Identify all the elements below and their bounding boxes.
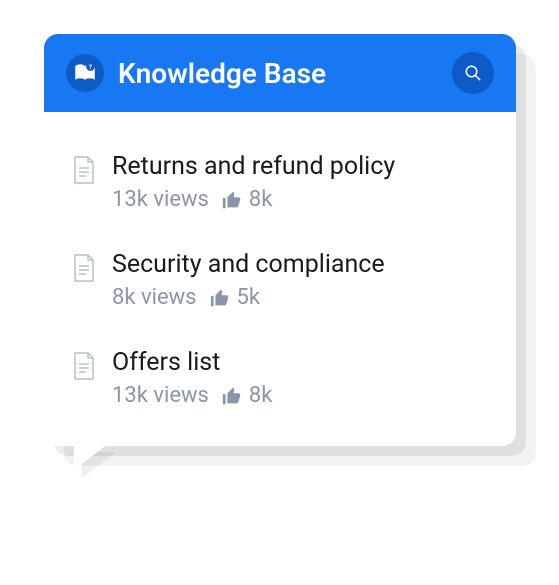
article-item[interactable]: Security and compliance 8k views 5k [72, 250, 488, 310]
article-item[interactable]: Offers list 13k views 8k [72, 348, 488, 408]
likes-count: 8k [249, 383, 273, 408]
widget-header: ? Knowledge Base [44, 34, 516, 112]
article-title: Returns and refund policy [112, 152, 395, 181]
article-meta: 13k views 8k [112, 187, 395, 212]
views-count: 13k views [112, 187, 209, 212]
likes-count: 8k [249, 187, 273, 212]
svg-text:?: ? [89, 63, 92, 71]
widget-title: Knowledge Base [118, 57, 438, 90]
thumbs-up-icon [221, 189, 243, 211]
views-count: 13k views [112, 383, 209, 408]
document-icon [72, 156, 96, 184]
search-icon [464, 64, 482, 82]
thumbs-up-icon [209, 287, 231, 309]
thumbs-up-icon [221, 385, 243, 407]
kb-logo-icon: ? [66, 54, 104, 92]
document-icon [72, 352, 96, 380]
article-title: Offers list [112, 348, 272, 377]
knowledge-base-widget: ? Knowledge Base [44, 34, 516, 446]
search-button[interactable] [452, 52, 494, 94]
article-meta: 13k views 8k [112, 383, 272, 408]
article-title: Security and compliance [112, 250, 385, 279]
article-list: Returns and refund policy 13k views 8k [44, 112, 516, 446]
document-icon [72, 254, 96, 282]
article-item[interactable]: Returns and refund policy 13k views 8k [72, 152, 488, 212]
views-count: 8k views [112, 285, 197, 310]
article-meta: 8k views 5k [112, 285, 385, 310]
speech-pointer [74, 444, 108, 470]
likes-count: 5k [237, 285, 261, 310]
